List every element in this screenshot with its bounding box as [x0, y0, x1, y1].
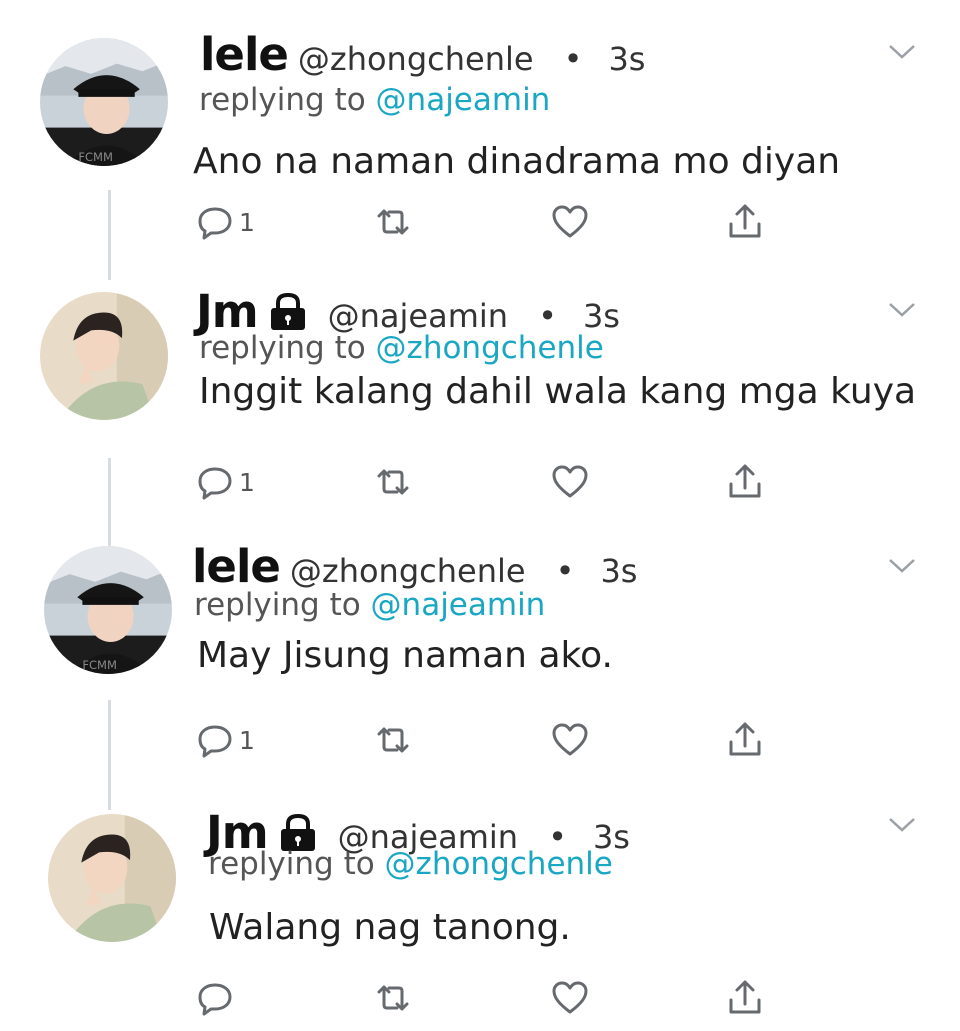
retweet-button[interactable]	[373, 460, 413, 504]
reply-button[interactable]: 1	[195, 460, 255, 504]
separator-dot: •	[563, 40, 583, 78]
like-button[interactable]	[550, 200, 590, 244]
share-button[interactable]	[725, 200, 765, 244]
retweet-icon	[377, 209, 409, 235]
retweet-button[interactable]	[373, 976, 413, 1020]
tweet-text: Walang nag tanong.	[209, 907, 571, 948]
display-name[interactable]: lele	[200, 28, 289, 81]
reply-icon	[198, 207, 232, 240]
chevron-down-icon[interactable]	[887, 42, 917, 62]
replying-to: replying to @najeamin	[199, 82, 550, 118]
tweet-actions: 1	[195, 200, 795, 244]
like-button[interactable]	[550, 718, 590, 762]
avatar-jm-image	[48, 814, 176, 942]
chevron-down-icon[interactable]	[887, 556, 917, 576]
like-button[interactable]	[550, 460, 590, 504]
replying-to-label: replying to	[199, 82, 366, 118]
thread-line	[108, 700, 111, 810]
replying-to-label: replying to	[208, 846, 375, 882]
tweet-actions	[195, 976, 795, 1020]
svg-text:FCMM: FCMM	[82, 658, 117, 672]
reply-icon	[198, 983, 232, 1016]
retweet-button[interactable]	[373, 200, 413, 244]
mention-link[interactable]: @najeamin	[376, 82, 551, 118]
timestamp[interactable]: 3s	[608, 40, 645, 78]
thread-line	[108, 458, 111, 548]
like-button[interactable]	[550, 976, 590, 1020]
avatar-lele-image: FCMM	[40, 38, 168, 166]
retweet-icon	[377, 469, 409, 495]
user-handle[interactable]: @zhongchenle	[298, 40, 534, 78]
reply-button[interactable]: 1	[195, 718, 255, 762]
replying-to: replying to @zhongchenle	[208, 846, 613, 882]
tweet-actions: 1	[195, 718, 795, 762]
retweet-button[interactable]	[373, 718, 413, 762]
mention-link[interactable]: @najeamin	[371, 587, 546, 623]
heart-icon	[552, 205, 588, 238]
chevron-down-icon[interactable]	[887, 300, 917, 320]
reply-icon	[198, 725, 232, 758]
reply-button[interactable]	[195, 976, 239, 1020]
share-button[interactable]	[725, 718, 765, 762]
share-button[interactable]	[725, 976, 765, 1020]
avatar[interactable]	[40, 292, 168, 420]
timestamp[interactable]: 3s	[600, 552, 637, 590]
replying-to-label: replying to	[199, 330, 366, 366]
share-button[interactable]	[725, 460, 765, 504]
mention-link[interactable]: @zhongchenle	[385, 846, 613, 882]
avatar-jm-image	[40, 292, 168, 420]
reply-icon	[198, 467, 232, 500]
display-name[interactable]: lele	[192, 540, 281, 593]
retweet-icon	[377, 727, 409, 753]
chevron-down-icon[interactable]	[887, 815, 917, 835]
replying-to: replying to @zhongchenle	[199, 330, 604, 366]
share-icon	[729, 204, 761, 238]
tweet-text: May Jisung naman ako.	[197, 635, 613, 676]
share-icon	[729, 980, 761, 1014]
share-icon	[729, 722, 761, 756]
tweet-actions: 1	[195, 460, 795, 504]
retweet-icon	[377, 985, 409, 1011]
reply-count: 1	[239, 725, 255, 755]
avatar[interactable]: FCMM	[40, 38, 168, 166]
reply-button[interactable]: 1	[195, 200, 255, 244]
thread-line	[108, 190, 111, 280]
replying-to: replying to @najeamin	[194, 587, 545, 623]
tweet-text: Ano na naman dinadrama mo diyan	[193, 141, 841, 182]
svg-text:FCMM: FCMM	[78, 150, 113, 164]
separator-dot: •	[555, 552, 575, 590]
share-icon	[729, 464, 761, 498]
reply-count: 1	[239, 207, 255, 237]
mention-link[interactable]: @zhongchenle	[376, 330, 604, 366]
replying-to-label: replying to	[194, 587, 361, 623]
tweet-text: Inggit kalang dahil wala kang mga kuya	[199, 371, 917, 412]
avatar[interactable]: FCMM	[44, 546, 172, 674]
avatar[interactable]	[48, 814, 176, 942]
reply-count: 1	[239, 467, 255, 497]
heart-icon	[552, 465, 588, 498]
heart-icon	[552, 981, 588, 1014]
user-handle[interactable]: @zhongchenle	[290, 552, 526, 590]
heart-icon	[552, 723, 588, 756]
lock-icon	[270, 292, 305, 330]
avatar-lele-image: FCMM	[44, 546, 172, 674]
